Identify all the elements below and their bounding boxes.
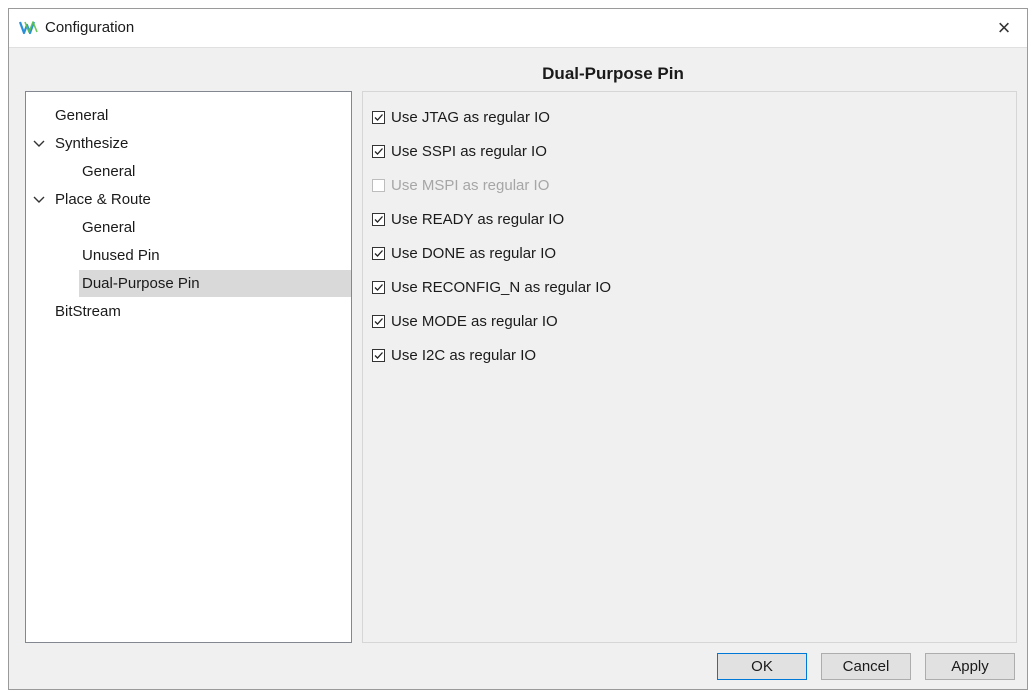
tree-item-label: BitStream	[55, 303, 121, 320]
option-reconfig-n[interactable]: Use RECONFIG_N as regular IO	[372, 276, 611, 298]
checkbox-checked[interactable]	[372, 280, 385, 294]
checkbox-checked[interactable]	[372, 110, 385, 124]
tree-item-label: Synthesize	[55, 135, 129, 152]
checkbox-checked[interactable]	[372, 314, 385, 328]
option-mode[interactable]: Use MODE as regular IO	[372, 310, 558, 332]
checkbox-checked[interactable]	[372, 144, 385, 158]
checkbox-unchecked-disabled	[372, 178, 385, 192]
tree-item-synthesize[interactable]: Synthesize	[26, 130, 351, 157]
option-done[interactable]: Use DONE as regular IO	[372, 242, 556, 264]
option-label: Use SSPI as regular IO	[391, 142, 547, 160]
chevron-down-icon[interactable]	[32, 130, 46, 157]
cancel-button[interactable]: Cancel	[821, 653, 911, 680]
tree-item-label: Place & Route	[55, 191, 151, 208]
close-button[interactable]: ×	[981, 9, 1027, 47]
ok-button[interactable]: OK	[717, 653, 807, 680]
tree-item-place-route-general[interactable]: General	[26, 214, 351, 241]
option-label: Use JTAG as regular IO	[391, 108, 550, 126]
option-sspi[interactable]: Use SSPI as regular IO	[372, 140, 547, 162]
title-bar: Configuration ×	[9, 9, 1027, 48]
tree-item-label: Unused Pin	[82, 247, 160, 264]
option-jtag[interactable]: Use JTAG as regular IO	[372, 106, 550, 128]
category-tree[interactable]: General Synthesize General Place & Route…	[25, 91, 352, 643]
tree-item-label: General	[82, 219, 136, 236]
checkbox-checked[interactable]	[372, 246, 385, 260]
option-label: Use MSPI as regular IO	[391, 176, 550, 194]
tree-item-bitstream[interactable]: BitStream	[26, 298, 351, 325]
option-ready[interactable]: Use READY as regular IO	[372, 208, 564, 230]
tree-item-label: Dual-Purpose Pin	[82, 275, 200, 292]
tree-item-unused-pin[interactable]: Unused Pin	[26, 242, 351, 269]
configuration-dialog: Configuration × Dual-Purpose Pin General…	[8, 8, 1028, 690]
tree-item-label: General	[82, 163, 136, 180]
option-label: Use READY as regular IO	[391, 210, 565, 228]
close-icon: ×	[997, 15, 1011, 40]
option-label: Use I2C as regular IO	[391, 346, 537, 364]
options-panel: Use JTAG as regular IO Use SSPI as regul…	[362, 91, 1017, 643]
option-label: Use MODE as regular IO	[391, 312, 558, 330]
tree-item-dual-purpose-pin[interactable]: Dual-Purpose Pin	[79, 270, 351, 297]
tree-item-general[interactable]: General	[26, 102, 351, 129]
tree-item-place-route[interactable]: Place & Route	[26, 186, 351, 213]
checkbox-checked[interactable]	[372, 212, 385, 226]
option-label: Use RECONFIG_N as regular IO	[391, 278, 612, 296]
chevron-down-icon[interactable]	[32, 186, 46, 213]
tree-item-synthesize-general[interactable]: General	[26, 158, 351, 185]
gowin-logo-icon	[18, 19, 39, 37]
checkbox-checked[interactable]	[372, 348, 385, 362]
option-i2c[interactable]: Use I2C as regular IO	[372, 344, 536, 366]
tree-item-label: General	[55, 107, 109, 124]
apply-button[interactable]: Apply	[925, 653, 1015, 680]
window-title: Configuration	[45, 19, 135, 36]
option-label: Use DONE as regular IO	[391, 244, 557, 262]
page-title: Dual-Purpose Pin	[542, 64, 684, 83]
option-mspi: Use MSPI as regular IO	[372, 174, 549, 196]
